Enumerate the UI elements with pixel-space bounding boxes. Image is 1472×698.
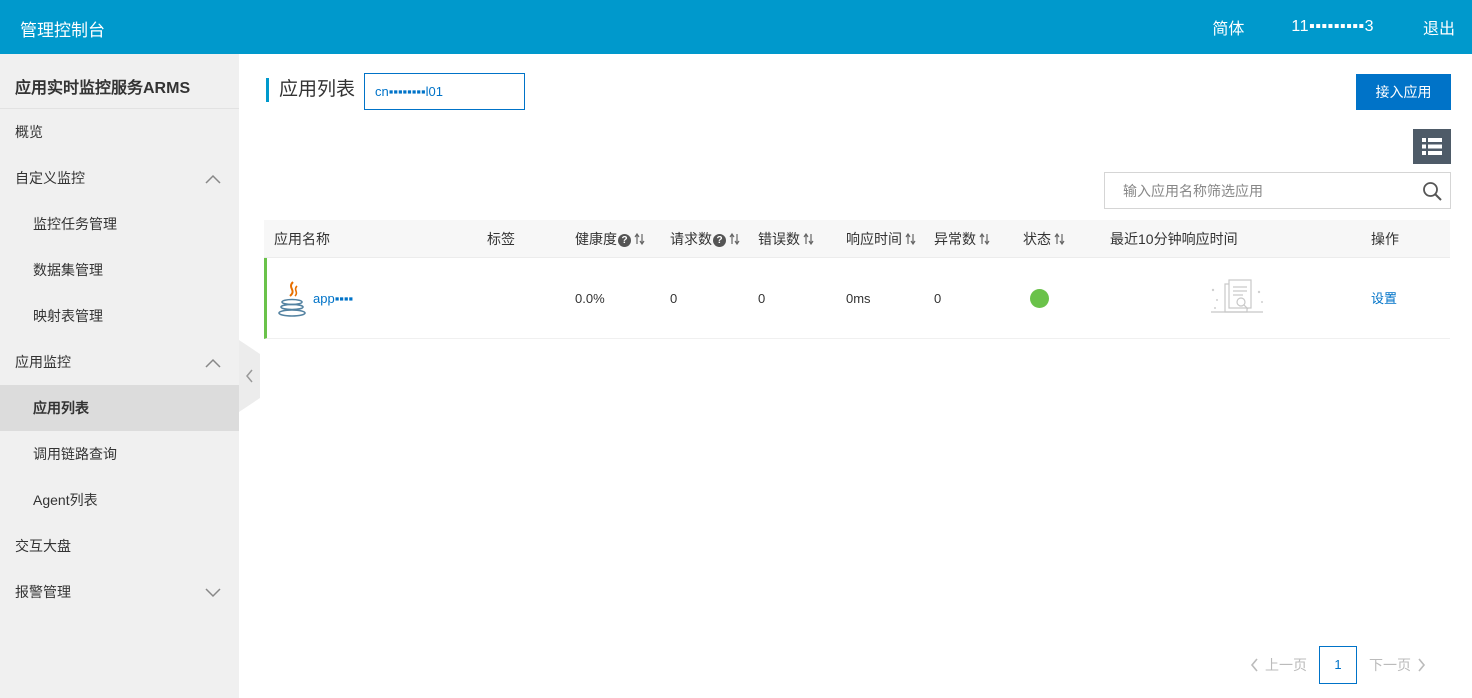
sort-icon[interactable] <box>803 233 814 245</box>
next-page-button[interactable]: 下一页 <box>1369 655 1426 675</box>
app-name-link[interactable]: app▪▪▪▪ <box>313 258 353 339</box>
sidebar-item-task-mgmt[interactable]: 监控任务管理 <box>0 201 239 247</box>
sidebar-item-label: 交互大盘 <box>15 538 71 554</box>
exceptions-value: 0 <box>934 291 942 306</box>
page-number-current[interactable]: 1 <box>1319 646 1357 684</box>
app-table: 应用名称 标签 健康度? 请求数? 错误数 响应时间 异常数 状态 最近10分钟… <box>264 220 1450 339</box>
col-recent-response: 最近10分钟响应时间 <box>1110 231 1238 247</box>
search-input[interactable] <box>1105 173 1405 208</box>
col-actions: 操作 <box>1371 231 1399 247</box>
col-exceptions[interactable]: 异常数 <box>934 220 990 258</box>
status-indicator <box>1030 289 1049 308</box>
pagination: 上一页 1 下一页 <box>1250 646 1426 684</box>
sidebar: 应用实时监控服务ARMS 概览 自定义监控 监控任务管理 数据集管理 映射表管理… <box>0 54 239 698</box>
page-title: 应用列表 <box>266 78 355 102</box>
chevron-left-icon <box>1250 658 1258 672</box>
chevron-right-icon <box>1418 658 1426 672</box>
sidebar-item-label: Agent列表 <box>33 492 98 508</box>
sort-icon[interactable] <box>979 233 990 245</box>
sidebar-item-mapping-mgmt[interactable]: 映射表管理 <box>0 293 239 339</box>
sidebar-item-app-list[interactable]: 应用列表 <box>0 385 239 431</box>
search-icon[interactable] <box>1422 181 1442 206</box>
prev-page-button[interactable]: 上一页 <box>1250 655 1307 675</box>
language-switch[interactable]: 简体 <box>1195 15 1261 39</box>
chevron-down-icon[interactable] <box>205 569 221 615</box>
top-navbar: 管理控制台 简体 11▪▪▪▪▪▪▪▪▪3 退出 <box>0 0 1472 54</box>
col-app-name: 应用名称 <box>274 231 330 247</box>
sidebar-item-trace-query[interactable]: 调用链路查询 <box>0 431 239 477</box>
health-value: 0.0% <box>575 291 605 306</box>
sort-icon[interactable] <box>729 233 740 245</box>
sidebar-item-dashboard[interactable]: 交互大盘 <box>0 523 239 569</box>
table-header: 应用名称 标签 健康度? 请求数? 错误数 响应时间 异常数 状态 最近10分钟… <box>264 220 1450 258</box>
list-view-icon <box>1422 138 1442 155</box>
sidebar-item-label: 映射表管理 <box>33 308 103 324</box>
prev-page-label: 上一页 <box>1265 657 1307 673</box>
col-health[interactable]: 健康度? <box>575 220 645 258</box>
sidebar-title: 应用实时监控服务ARMS <box>0 54 239 109</box>
chevron-up-icon[interactable] <box>205 155 221 201</box>
list-view-toggle[interactable] <box>1413 129 1451 164</box>
col-errors[interactable]: 错误数 <box>758 220 814 258</box>
user-account[interactable]: 11▪▪▪▪▪▪▪▪▪3 <box>1261 18 1406 36</box>
logout-link[interactable]: 退出 <box>1406 15 1472 39</box>
help-icon[interactable]: ? <box>618 234 631 247</box>
console-brand[interactable]: 管理控制台 <box>20 16 105 41</box>
java-icon <box>277 280 307 323</box>
no-data-icon <box>1207 278 1267 323</box>
region-selector[interactable]: cn▪▪▪▪▪▪▪▪l01 <box>364 73 525 110</box>
sidebar-item-dataset-mgmt[interactable]: 数据集管理 <box>0 247 239 293</box>
sidebar-item-label: 报警管理 <box>15 584 71 600</box>
sidebar-item-alert-mgmt[interactable]: 报警管理 <box>0 569 239 615</box>
sidebar-item-label: 自定义监控 <box>15 170 85 186</box>
col-status[interactable]: 状态 <box>1023 220 1065 258</box>
settings-link[interactable]: 设置 <box>1371 258 1397 339</box>
col-requests[interactable]: 请求数? <box>670 220 740 258</box>
add-app-button[interactable]: 接入应用 <box>1356 74 1451 110</box>
table-row: app▪▪▪▪ 0.0% 0 0 0ms 0 设置 <box>264 258 1450 339</box>
col-response-time[interactable]: 响应时间 <box>846 220 916 258</box>
response-time-value: 0ms <box>846 291 871 306</box>
sidebar-item-label: 监控任务管理 <box>33 216 117 232</box>
sidebar-item-label: 数据集管理 <box>33 262 103 278</box>
sort-icon[interactable] <box>634 233 645 245</box>
main-content: 应用列表 cn▪▪▪▪▪▪▪▪l01 接入应用 应用名称 标签 健康度? 请求数… <box>240 54 1472 698</box>
sidebar-item-label: 应用列表 <box>33 400 89 416</box>
sidebar-item-agent-list[interactable]: Agent列表 <box>0 477 239 523</box>
sort-icon[interactable] <box>905 233 916 245</box>
sidebar-item-label: 应用监控 <box>15 354 71 370</box>
requests-value: 0 <box>670 291 678 306</box>
topbar-right: 简体 11▪▪▪▪▪▪▪▪▪3 退出 <box>1195 0 1472 54</box>
sort-icon[interactable] <box>1054 233 1065 245</box>
app-search-box <box>1104 172 1451 209</box>
sidebar-item-app-monitor[interactable]: 应用监控 <box>0 339 239 385</box>
help-icon[interactable]: ? <box>713 234 726 247</box>
sidebar-item-custom-monitor[interactable]: 自定义监控 <box>0 155 239 201</box>
next-page-label: 下一页 <box>1369 657 1411 673</box>
sidebar-item-label: 调用链路查询 <box>33 446 117 462</box>
errors-value: 0 <box>758 291 766 306</box>
sidebar-item-overview[interactable]: 概览 <box>0 109 239 155</box>
sidebar-item-label: 概览 <box>15 124 43 140</box>
chevron-up-icon[interactable] <box>205 339 221 385</box>
col-tag: 标签 <box>487 231 515 247</box>
